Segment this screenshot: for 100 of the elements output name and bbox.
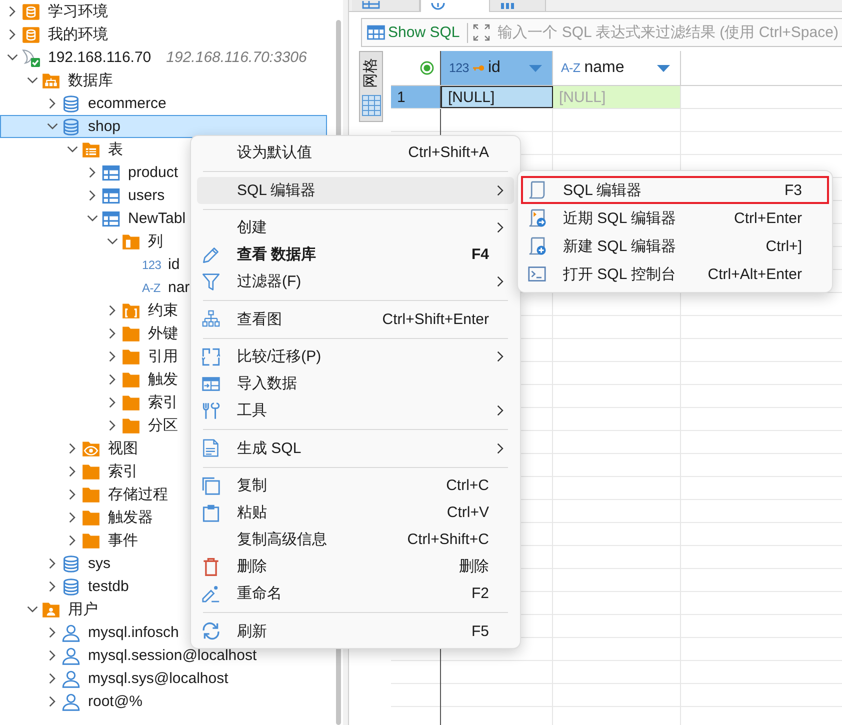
tree-item[interactable]: users [84, 184, 167, 207]
column-header[interactable]: A-Z name [553, 51, 681, 85]
tree-item[interactable]: shop [0, 115, 327, 138]
menu-item[interactable]: 刷新 F5 [197, 618, 514, 644]
chevron-right-icon[interactable] [48, 627, 56, 638]
shortcut-label: Ctrl+Shift+Enter [382, 310, 489, 328]
chevron-right-icon[interactable] [48, 98, 56, 109]
folder-icon [82, 486, 100, 504]
editor-tab[interactable] [420, 0, 490, 12]
tree-item[interactable]: 用户 [24, 598, 100, 621]
chevron-right-icon[interactable] [108, 374, 116, 385]
menu-item[interactable]: 粘贴 Ctrl+V [197, 499, 514, 526]
table-icon [102, 210, 120, 228]
menu-item[interactable]: 打开 SQL 控制台 Ctrl+Alt+Enter [521, 260, 829, 288]
tree-item[interactable]: NewTabl [84, 207, 188, 230]
menu-item[interactable]: 比较/迁移(P) [197, 343, 514, 370]
tree-item[interactable]: 192.168.116.70 192.168.116.70:3306 [4, 46, 309, 69]
chevron-down-icon[interactable] [26, 77, 38, 84]
chevron-down-icon[interactable] [86, 215, 98, 222]
tree-item[interactable]: 触发器 [64, 506, 155, 529]
chevron-right-icon[interactable] [108, 397, 116, 408]
chevron-right-icon[interactable] [68, 443, 76, 454]
menu-item[interactable]: 新建 SQL 编辑器 Ctrl+] [521, 232, 829, 260]
chevron-right-icon[interactable] [108, 351, 116, 362]
menu-item[interactable]: 导入数据 [197, 370, 514, 397]
chevron-right-icon[interactable] [48, 581, 56, 592]
menu-item[interactable]: 复制高级信息 Ctrl+Shift+C [197, 526, 514, 553]
chevron-right-icon[interactable] [48, 673, 56, 684]
chevron-right-icon[interactable] [8, 6, 16, 17]
menu-item[interactable]: 查看 数据库 F4 [197, 241, 514, 268]
column-header[interactable]: 123 id [441, 51, 553, 85]
tree-item[interactable]: ecommerce [44, 92, 168, 115]
menu-item[interactable]: 工具 [197, 397, 514, 424]
tree-item[interactable]: 外键 [104, 322, 180, 345]
tree-item[interactable]: 表 [64, 138, 125, 161]
tree-item[interactable]: 分区 [104, 414, 180, 437]
chevron-right-icon[interactable] [68, 535, 76, 546]
tree-item[interactable]: A-Z nar [124, 276, 192, 299]
expand-icon[interactable] [472, 24, 490, 41]
chevron-right-icon[interactable] [48, 696, 56, 707]
tree-item[interactable]: 索引 [104, 391, 180, 414]
editor-tab[interactable] [490, 0, 546, 11]
tree-item[interactable]: 123 id [124, 253, 182, 276]
column-type-label: 123 [449, 61, 469, 75]
tree-item[interactable]: mysql.infosch [44, 621, 181, 644]
menu-item[interactable]: 生成 SQL [197, 434, 514, 462]
menu-item[interactable]: 创建 [197, 214, 514, 241]
chevron-right-icon[interactable] [108, 328, 116, 339]
tree-item[interactable]: 引用 [104, 345, 180, 368]
menu-item[interactable]: SQL 编辑器 [197, 176, 514, 204]
folder-icon [122, 394, 140, 412]
chevron-right-icon[interactable] [48, 650, 56, 661]
menu-item[interactable]: 近期 SQL 编辑器 Ctrl+Enter [521, 204, 829, 232]
tree-item[interactable]: 事件 [64, 529, 140, 552]
tree-item[interactable]: mysql.session@localhost [44, 644, 259, 667]
tree-item[interactable]: 数据库 [24, 69, 115, 92]
menu-item[interactable]: 重命名 F2 [197, 580, 514, 607]
tree-item[interactable]: 视图 [64, 437, 140, 460]
menu-item[interactable]: SQL 编辑器 F3 [521, 176, 829, 204]
chevron-right-icon[interactable] [88, 190, 96, 201]
tree-item[interactable]: root@% [44, 690, 144, 713]
tree-item[interactable]: 我的环境 [4, 23, 110, 46]
chevron-right-icon[interactable] [88, 167, 96, 178]
tree-item[interactable]: 学习环境 [4, 0, 110, 23]
menu-item[interactable]: 查看图 Ctrl+Shift+Enter [197, 306, 514, 332]
chevron-right-icon[interactable] [68, 512, 76, 523]
menu-item[interactable]: 设为默认值 Ctrl+Shift+A [197, 139, 514, 166]
bracket-folder-icon [122, 302, 140, 320]
chevron-right-icon[interactable] [108, 420, 116, 431]
menu-item[interactable]: 复制 Ctrl+C [197, 472, 514, 499]
menu-item[interactable]: 过滤器(F) [197, 268, 514, 295]
chevron-down-icon[interactable] [106, 238, 118, 245]
bars-icon [500, 3, 515, 9]
editor-tab[interactable] [352, 0, 420, 11]
chevron-right-icon[interactable] [8, 29, 16, 40]
tree-item[interactable]: 约束 [104, 299, 180, 322]
show-sql-button[interactable]: Show SQL [365, 20, 462, 44]
pencil-line-icon [202, 584, 220, 602]
tree-item[interactable]: product [84, 161, 180, 184]
tree-item[interactable]: 触发 [104, 368, 180, 391]
chevron-right-icon[interactable] [68, 489, 76, 500]
menu-item[interactable]: 删除 删除 [197, 553, 514, 580]
tree-item[interactable]: sys [44, 552, 112, 575]
chevron-down-icon[interactable] [6, 54, 18, 61]
table-icon [102, 164, 120, 182]
tree-item[interactable]: testdb [44, 575, 131, 598]
tree-item[interactable]: 存储过程 [64, 483, 170, 506]
grid-view-tab[interactable]: 网格 [359, 51, 383, 122]
tree-item[interactable]: 索引 [64, 460, 140, 483]
chevron-right-icon[interactable] [108, 305, 116, 316]
chevron-down-icon[interactable] [26, 606, 38, 613]
row-number[interactable]: 1 [391, 86, 441, 108]
tree-item[interactable]: mysql.sys@localhost [44, 667, 230, 690]
tree-item[interactable]: 列 [104, 230, 165, 253]
chevron-right-icon[interactable] [48, 558, 56, 569]
dropdown-arrow-icon[interactable] [657, 64, 670, 72]
filter-field[interactable]: 输入一个 SQL 表达式来过滤结果 (使用 Ctrl+Space) [490, 18, 842, 47]
chevron-right-icon[interactable] [68, 466, 76, 477]
chevron-down-icon[interactable] [46, 123, 58, 130]
chevron-down-icon[interactable] [66, 146, 78, 153]
